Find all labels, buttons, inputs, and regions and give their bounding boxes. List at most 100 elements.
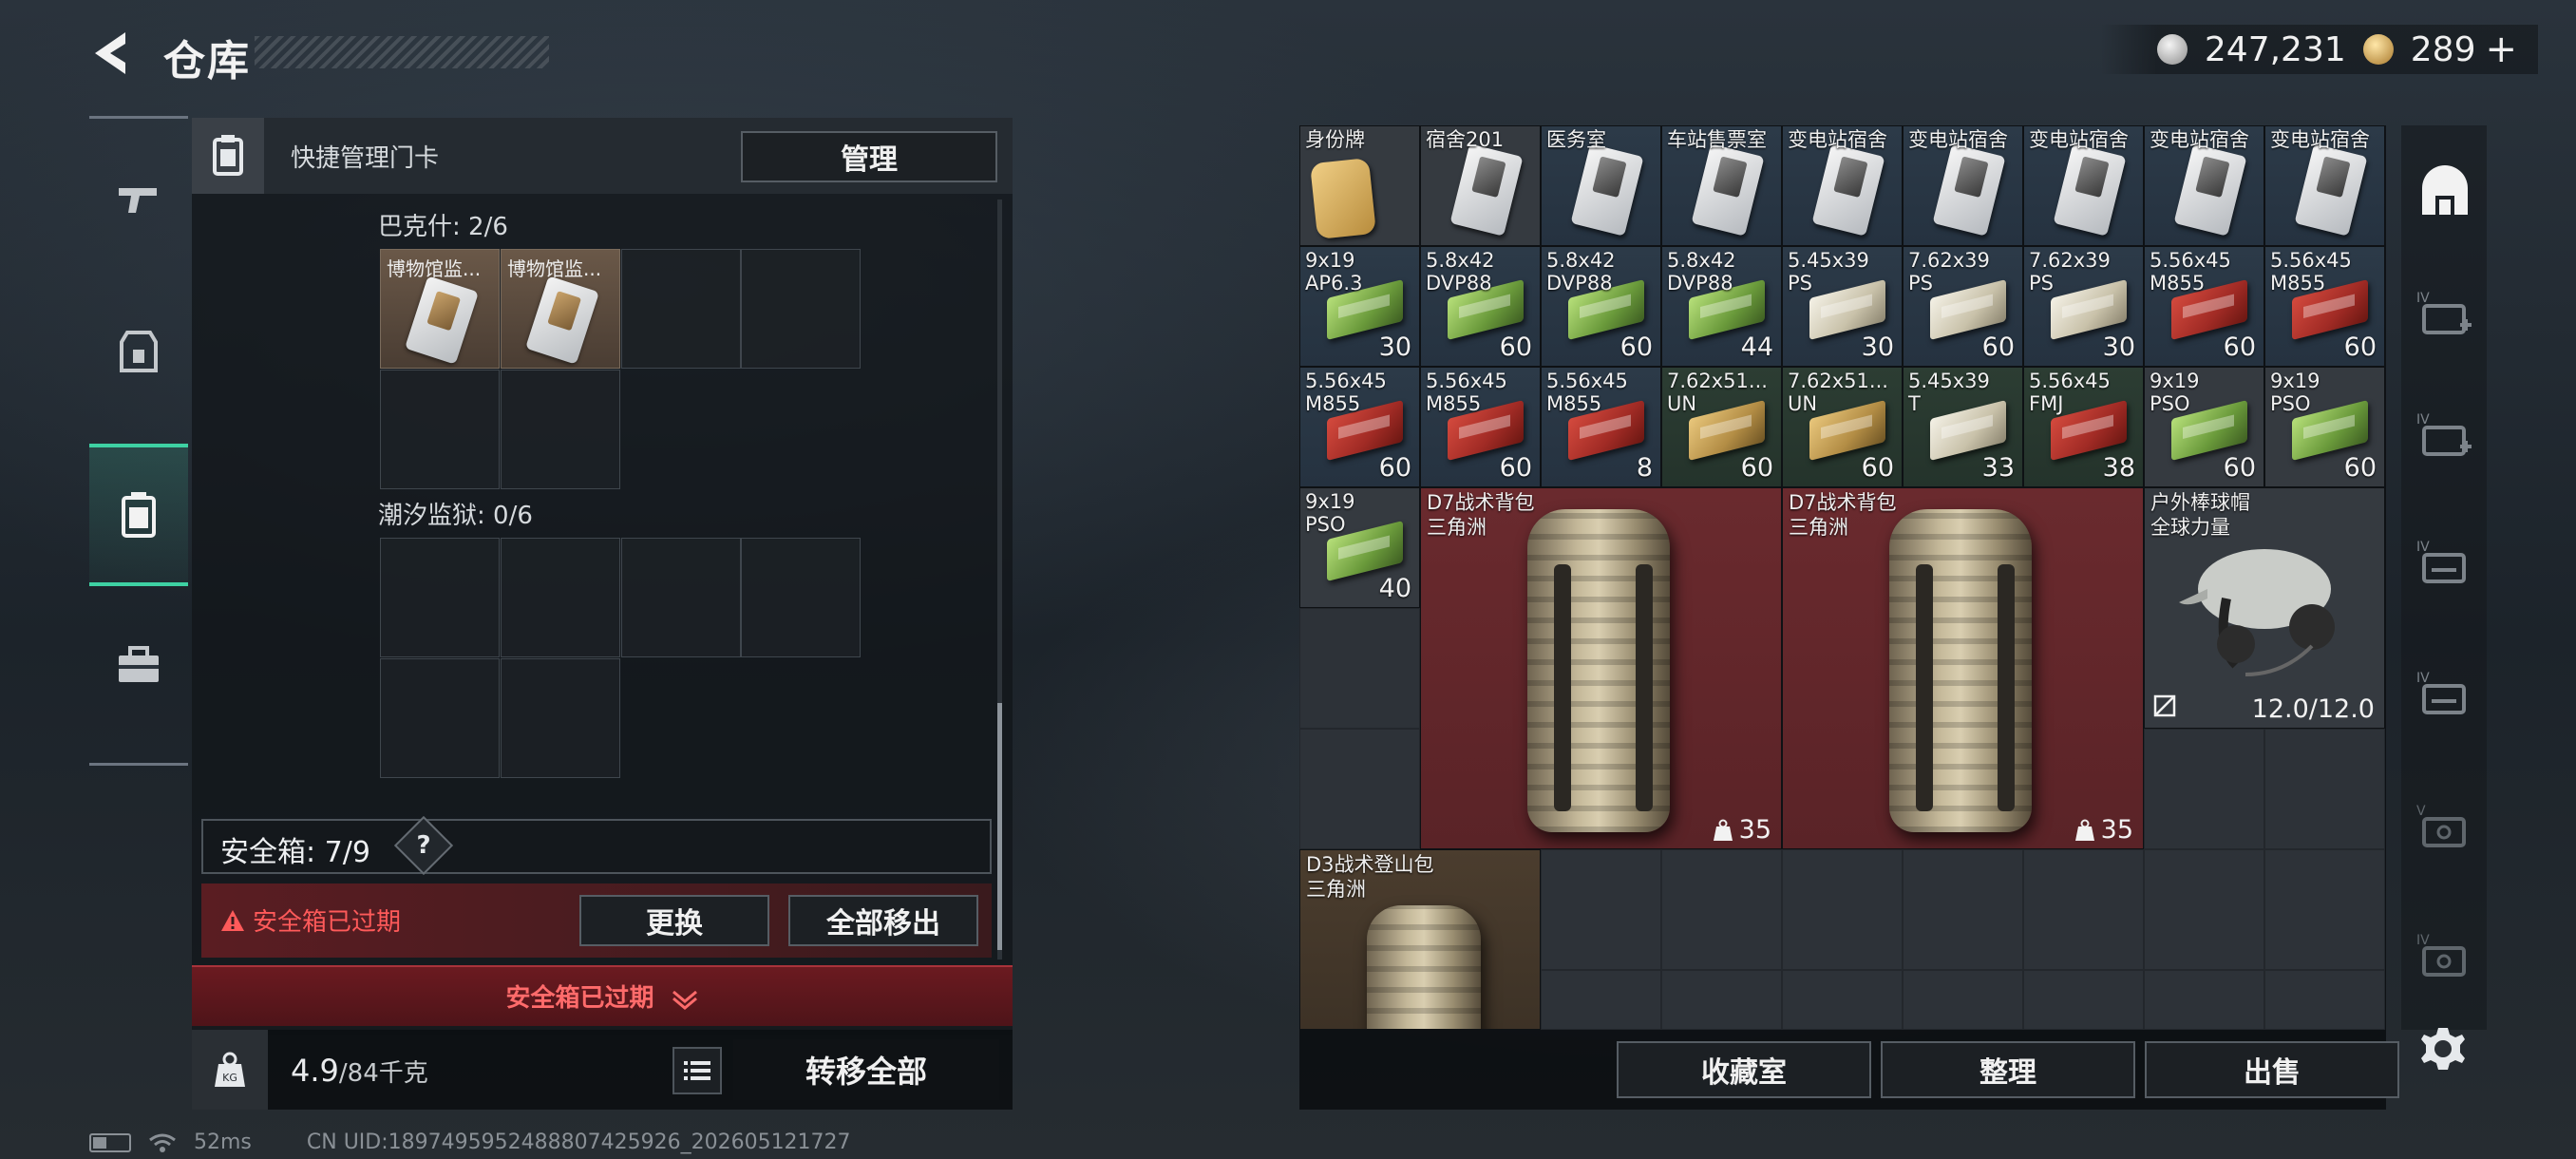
- storage-expansion-tab-6[interactable]: IV: [2411, 923, 2479, 992]
- empty-slot[interactable]: [2144, 849, 2264, 970]
- empty-slot[interactable]: [501, 538, 620, 657]
- backpack-item[interactable]: D3战术登山包 三角洲: [1299, 849, 1541, 1030]
- panel-scroll-thumb[interactable]: [997, 703, 1002, 950]
- tab-armor[interactable]: [89, 280, 188, 423]
- storage-slot[interactable]: 7.62x39 PS 60: [1903, 246, 2023, 367]
- storage-slot[interactable]: 宿舍201: [1420, 125, 1541, 246]
- storage-slot[interactable]: 7.62x51... UN 60: [1661, 367, 1782, 487]
- storage-slot[interactable]: 5.8x42 DVP88 44: [1661, 246, 1782, 367]
- expansion-case-icon: IV: [2416, 412, 2472, 456]
- storage-slot[interactable]: 变电站宿舍: [2023, 125, 2144, 246]
- item-name: D7战术背包 三角洲: [1789, 491, 1897, 539]
- manage-button[interactable]: 管理: [741, 131, 997, 182]
- section-label-tidal-prison: 潮汐监狱: 0/6: [378, 502, 533, 530]
- back-button[interactable]: [87, 27, 135, 80]
- storage-slot[interactable]: 5.56x45 M855 8: [1541, 367, 1661, 487]
- item-name: D7战术背包 三角洲: [1427, 491, 1535, 539]
- helmet-art: [2179, 549, 2335, 676]
- empty-slot[interactable]: [1661, 849, 1782, 970]
- storage-slot[interactable]: 变电站宿舍: [1782, 125, 1903, 246]
- move-all-out-button[interactable]: 全部移出: [788, 895, 978, 946]
- empty-slot[interactable]: [1661, 970, 1782, 1030]
- sell-button[interactable]: 出售: [2145, 1041, 2399, 1098]
- storage-slot[interactable]: 9x19 AP6.3 30: [1299, 246, 1420, 367]
- storage-grid: 身份牌 宿舍201 医务室 车站售票室 变电站宿舍 变电站宿舍 变电站宿舍 变电…: [1299, 125, 2386, 1030]
- empty-slot[interactable]: [380, 658, 500, 778]
- empty-slot[interactable]: [2023, 970, 2144, 1030]
- list-view-button[interactable]: [672, 1047, 722, 1094]
- storage-slot[interactable]: 5.56x45 M855 60: [1420, 367, 1541, 487]
- empty-slot[interactable]: [2144, 729, 2264, 849]
- storage-slot[interactable]: 5.56x45 M855 60: [2144, 246, 2264, 367]
- storage-slot[interactable]: 7.62x39 PS 30: [2023, 246, 2144, 367]
- storage-expansion-tab-4[interactable]: IV: [2411, 661, 2479, 730]
- empty-slot[interactable]: [1782, 970, 1903, 1030]
- storage-slot[interactable]: 9x19 PSO 40: [1299, 487, 1420, 608]
- storage-slot[interactable]: 医务室: [1541, 125, 1661, 246]
- gear-icon: [2421, 1028, 2465, 1070]
- storage-main-tab[interactable]: [2411, 158, 2479, 226]
- safebox-icon: [122, 492, 156, 538]
- empty-slot[interactable]: [1903, 849, 2023, 970]
- storage-expansion-tab-3[interactable]: IV: [2411, 530, 2479, 598]
- storage-slot[interactable]: 车站售票室: [1661, 125, 1782, 246]
- backpack-item[interactable]: D7战术背包 三角洲 35: [1782, 487, 2144, 849]
- storage-expansion-tab-1[interactable]: IV: [2411, 281, 2479, 350]
- empty-slot[interactable]: [1541, 970, 1661, 1030]
- empty-slot[interactable]: [380, 370, 500, 489]
- empty-slot[interactable]: [741, 538, 861, 657]
- empty-slot[interactable]: [2264, 849, 2385, 970]
- replace-button[interactable]: 更换: [579, 895, 769, 946]
- storage-slot[interactable]: 5.56x45 M855 60: [1299, 367, 1420, 487]
- storage-expansion-tab-5[interactable]: V: [2411, 794, 2479, 863]
- empty-slot[interactable]: [501, 370, 620, 489]
- empty-slot[interactable]: [380, 538, 500, 657]
- expired-warning: 安全箱已过期: [220, 902, 401, 938]
- storage-slot[interactable]: 变电站宿舍: [2264, 125, 2385, 246]
- empty-slot[interactable]: [2144, 970, 2264, 1030]
- empty-slot[interactable]: [621, 538, 741, 657]
- item-quantity: 60: [1861, 453, 1894, 483]
- empty-slot[interactable]: [2264, 970, 2385, 1030]
- item-quantity: 60: [1499, 453, 1532, 483]
- transfer-all-button[interactable]: 转移全部: [733, 1039, 999, 1100]
- tab-safebox[interactable]: [89, 444, 188, 586]
- add-currency-button[interactable]: +: [2485, 28, 2517, 71]
- empty-slot[interactable]: [1903, 970, 2023, 1030]
- storage-slot[interactable]: 7.62x51... UN 60: [1782, 367, 1903, 487]
- sort-button[interactable]: 整理: [1881, 1041, 2135, 1098]
- backpack-item[interactable]: D7战术背包 三角洲 35: [1420, 487, 1782, 849]
- storage-expansion-tab-2[interactable]: IV: [2411, 403, 2479, 471]
- empty-slot[interactable]: [2264, 729, 2385, 849]
- storage-slot[interactable]: 5.56x45 FMJ 38: [2023, 367, 2144, 487]
- storage-slot[interactable]: 9x19 PSO 60: [2264, 367, 2385, 487]
- storage-slot[interactable]: 变电站宿舍: [2144, 125, 2264, 246]
- storage-slot[interactable]: 9x19 PSO 60: [2144, 367, 2264, 487]
- settings-button[interactable]: [2415, 1020, 2472, 1077]
- empty-slot[interactable]: [501, 658, 620, 778]
- empty-slot[interactable]: [1299, 608, 1420, 729]
- storage-slot[interactable]: 身份牌: [1299, 125, 1420, 246]
- item-capacity: 35: [2074, 815, 2133, 845]
- empty-slot[interactable]: [741, 249, 861, 369]
- empty-slot[interactable]: [1782, 849, 1903, 970]
- item-quantity: 8: [1636, 453, 1653, 483]
- item-name: 5.45x39 T: [1908, 370, 1990, 415]
- item-quantity: 60: [1981, 332, 2015, 362]
- storage-slot[interactable]: 5.8x42 DVP88 60: [1541, 246, 1661, 367]
- empty-slot[interactable]: [2023, 849, 2144, 970]
- storage-slot[interactable]: 5.45x39 T 33: [1903, 367, 2023, 487]
- empty-slot[interactable]: [1541, 849, 1661, 970]
- empty-slot[interactable]: [621, 249, 741, 369]
- tab-toolbox[interactable]: [89, 594, 188, 736]
- keycard-item[interactable]: 博物馆监...: [501, 249, 620, 369]
- storage-slot[interactable]: 5.56x45 M855 60: [2264, 246, 2385, 367]
- storage-slot[interactable]: 5.8x42 DVP88 60: [1420, 246, 1541, 367]
- storage-slot[interactable]: 5.45x39 PS 30: [1782, 246, 1903, 367]
- collection-room-button[interactable]: 收藏室: [1617, 1041, 1871, 1098]
- empty-slot[interactable]: [1299, 729, 1420, 849]
- storage-slot[interactable]: 变电站宿舍: [1903, 125, 2023, 246]
- keycard-item[interactable]: 博物馆监...: [380, 249, 500, 369]
- tab-weapons[interactable]: [89, 128, 188, 271]
- helmet-item[interactable]: 户外棒球帽 全球力量 12.0/12.0: [2144, 487, 2385, 729]
